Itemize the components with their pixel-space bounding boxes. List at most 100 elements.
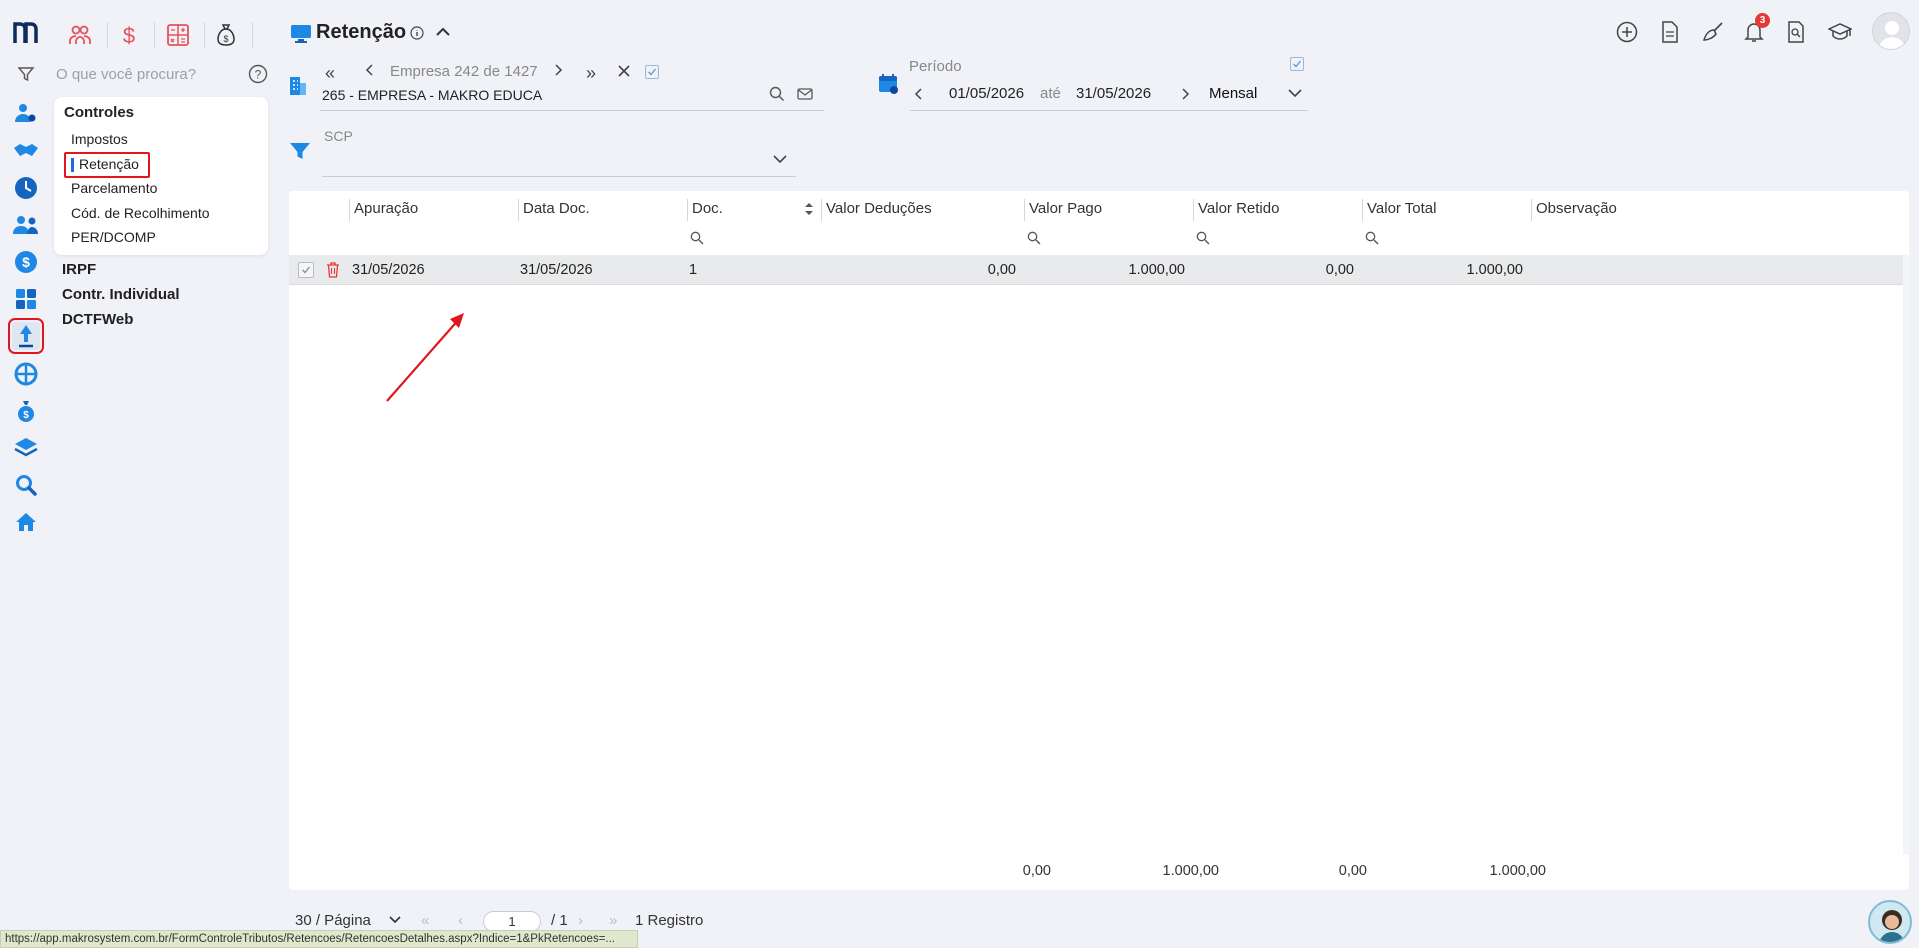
dollar-icon[interactable]: $ <box>12 248 40 276</box>
svg-text:$: $ <box>22 254 30 270</box>
menu-item-perdcomp[interactable]: PER/DCOMP <box>71 229 156 245</box>
menu-item-retencao[interactable]: Retenção <box>79 156 139 172</box>
document-icon[interactable] <box>1660 21 1680 43</box>
per-page-chevron-icon[interactable] <box>388 915 402 925</box>
period-end-input[interactable]: 31/05/2026 <box>1076 85 1151 102</box>
svg-text:$: $ <box>23 410 29 421</box>
company-counter: Empresa 242 de 1427 <box>390 63 538 80</box>
clock-icon[interactable] <box>12 174 40 202</box>
menu-item-parcelamento[interactable]: Parcelamento <box>71 180 157 196</box>
cell-doc: 1 <box>689 262 698 278</box>
col-valor-deducoes[interactable]: Valor Deduções <box>821 199 1023 221</box>
menu-group-contr-individual[interactable]: Contr. Individual <box>62 286 180 303</box>
first-company-button[interactable]: « <box>325 63 335 84</box>
broom-icon[interactable] <box>1702 21 1726 43</box>
valor-retido-filter-search-icon[interactable] <box>1196 231 1210 245</box>
row-checkbox[interactable] <box>298 262 314 278</box>
col-valor-pago[interactable]: Valor Pago <box>1024 199 1192 221</box>
finance-icon[interactable]: $ <box>116 22 142 48</box>
doc-filter-search-icon[interactable] <box>690 231 704 245</box>
menu-search-input[interactable]: O que você procura? <box>56 66 196 83</box>
chevron-down-icon[interactable] <box>1287 87 1303 99</box>
next-period-button[interactable] <box>1180 86 1190 102</box>
total-valor-retido: 0,00 <box>1338 863 1367 879</box>
col-valor-retido[interactable]: Valor Retido <box>1193 199 1361 221</box>
left-rail: $ $ <box>0 0 52 948</box>
close-icon[interactable] <box>617 64 631 78</box>
col-observacao[interactable]: Observação <box>1531 199 1731 221</box>
per-page-select[interactable]: 30 / Página <box>295 912 371 929</box>
valor-pago-filter-search-icon[interactable] <box>1027 231 1041 245</box>
page-number-input[interactable]: 1 <box>483 911 541 932</box>
menu-item-cod-recolhimento[interactable]: Cód. de Recolhimento <box>71 205 210 221</box>
people-icon[interactable] <box>67 22 93 48</box>
users-icon[interactable] <box>12 211 40 239</box>
monitor-icon <box>290 24 312 44</box>
company-checkbox[interactable] <box>645 65 659 79</box>
help-icon[interactable]: ? <box>248 64 268 84</box>
period-checkbox[interactable] <box>1290 57 1304 71</box>
pager-first-button[interactable]: « <box>421 912 429 929</box>
period-label: Período <box>909 58 962 75</box>
email-icon[interactable] <box>797 87 813 101</box>
period-start-input[interactable]: 01/05/2026 <box>949 85 1024 102</box>
assistant-avatar[interactable] <box>1868 900 1912 944</box>
pager-next-button[interactable]: › <box>578 912 583 929</box>
notification-badge: 3 <box>1755 13 1770 28</box>
pager-prev-button[interactable]: ‹ <box>458 912 463 929</box>
company-of: de <box>483 63 501 80</box>
prev-period-button[interactable] <box>914 86 924 102</box>
scp-label: SCP <box>324 128 353 144</box>
cell-apuracao: 31/05/2026 <box>352 262 425 278</box>
company-underline <box>320 110 824 111</box>
trash-icon[interactable] <box>326 262 340 278</box>
company-name[interactable]: 265 - EMPRESA - MAKRO EDUCA <box>322 87 542 103</box>
user-settings-icon[interactable] <box>12 99 40 127</box>
col-doc[interactable]: Doc. <box>687 199 821 221</box>
valor-total-filter-search-icon[interactable] <box>1365 231 1379 245</box>
layers-icon[interactable] <box>12 434 40 462</box>
user-avatar[interactable] <box>1872 12 1910 50</box>
home-icon[interactable] <box>12 508 40 536</box>
accounting-icon[interactable] <box>165 22 191 48</box>
col-data-doc[interactable]: Data Doc. <box>518 199 686 221</box>
prev-company-button[interactable] <box>365 62 375 78</box>
company-search-icon[interactable] <box>769 86 785 102</box>
info-icon[interactable] <box>410 26 424 40</box>
calculator-icon[interactable] <box>12 285 40 313</box>
table-row[interactable]: 31/05/2026 31/05/2026 1 0,00 1.000,00 0,… <box>289 255 1903 285</box>
network-icon[interactable] <box>12 360 40 388</box>
search-document-icon[interactable] <box>1786 21 1806 43</box>
search-icon[interactable] <box>12 471 40 499</box>
svg-text:$: $ <box>223 34 228 44</box>
makro-logo[interactable] <box>12 19 40 47</box>
records-count: 1 Registro <box>635 912 704 929</box>
bell-icon[interactable]: 3 <box>1744 13 1770 43</box>
menu-group-dctfweb[interactable]: DCTFWeb <box>62 311 133 328</box>
scp-dropdown-icon[interactable] <box>772 153 788 165</box>
tax-control-icon[interactable] <box>8 318 44 354</box>
calendar-icon[interactable] <box>878 73 900 95</box>
next-company-button[interactable] <box>553 62 563 78</box>
filter-icon[interactable] <box>12 60 40 88</box>
grid-scrollbar[interactable] <box>1903 255 1909 855</box>
col-apuracao[interactable]: Apuração <box>349 199 517 221</box>
menu-item-impostos[interactable]: Impostos <box>71 131 128 147</box>
graduation-cap-icon[interactable] <box>1828 21 1852 43</box>
add-circle-icon[interactable] <box>1616 21 1638 43</box>
money-bag-icon[interactable]: $ <box>12 397 40 425</box>
total-valor-deducoes: 0,00 <box>1022 863 1051 879</box>
company-label: Empresa <box>390 63 451 80</box>
pager-last-button[interactable]: » <box>609 912 617 929</box>
chevron-up-icon[interactable] <box>434 24 452 40</box>
col-valor-total[interactable]: Valor Total <box>1362 199 1530 221</box>
handshake-icon[interactable] <box>12 136 40 164</box>
menu-group-irpf[interactable]: IRPF <box>62 261 96 278</box>
period-mode-select[interactable]: Mensal <box>1209 85 1257 102</box>
last-company-button[interactable]: » <box>586 63 596 84</box>
page-title: Retenção <box>316 21 407 43</box>
total-valor-pago: 1.000,00 <box>1162 863 1219 879</box>
sort-icon[interactable] <box>803 200 815 218</box>
money-bag-module-icon[interactable]: $ <box>213 22 239 48</box>
period-separator: até <box>1040 85 1061 102</box>
